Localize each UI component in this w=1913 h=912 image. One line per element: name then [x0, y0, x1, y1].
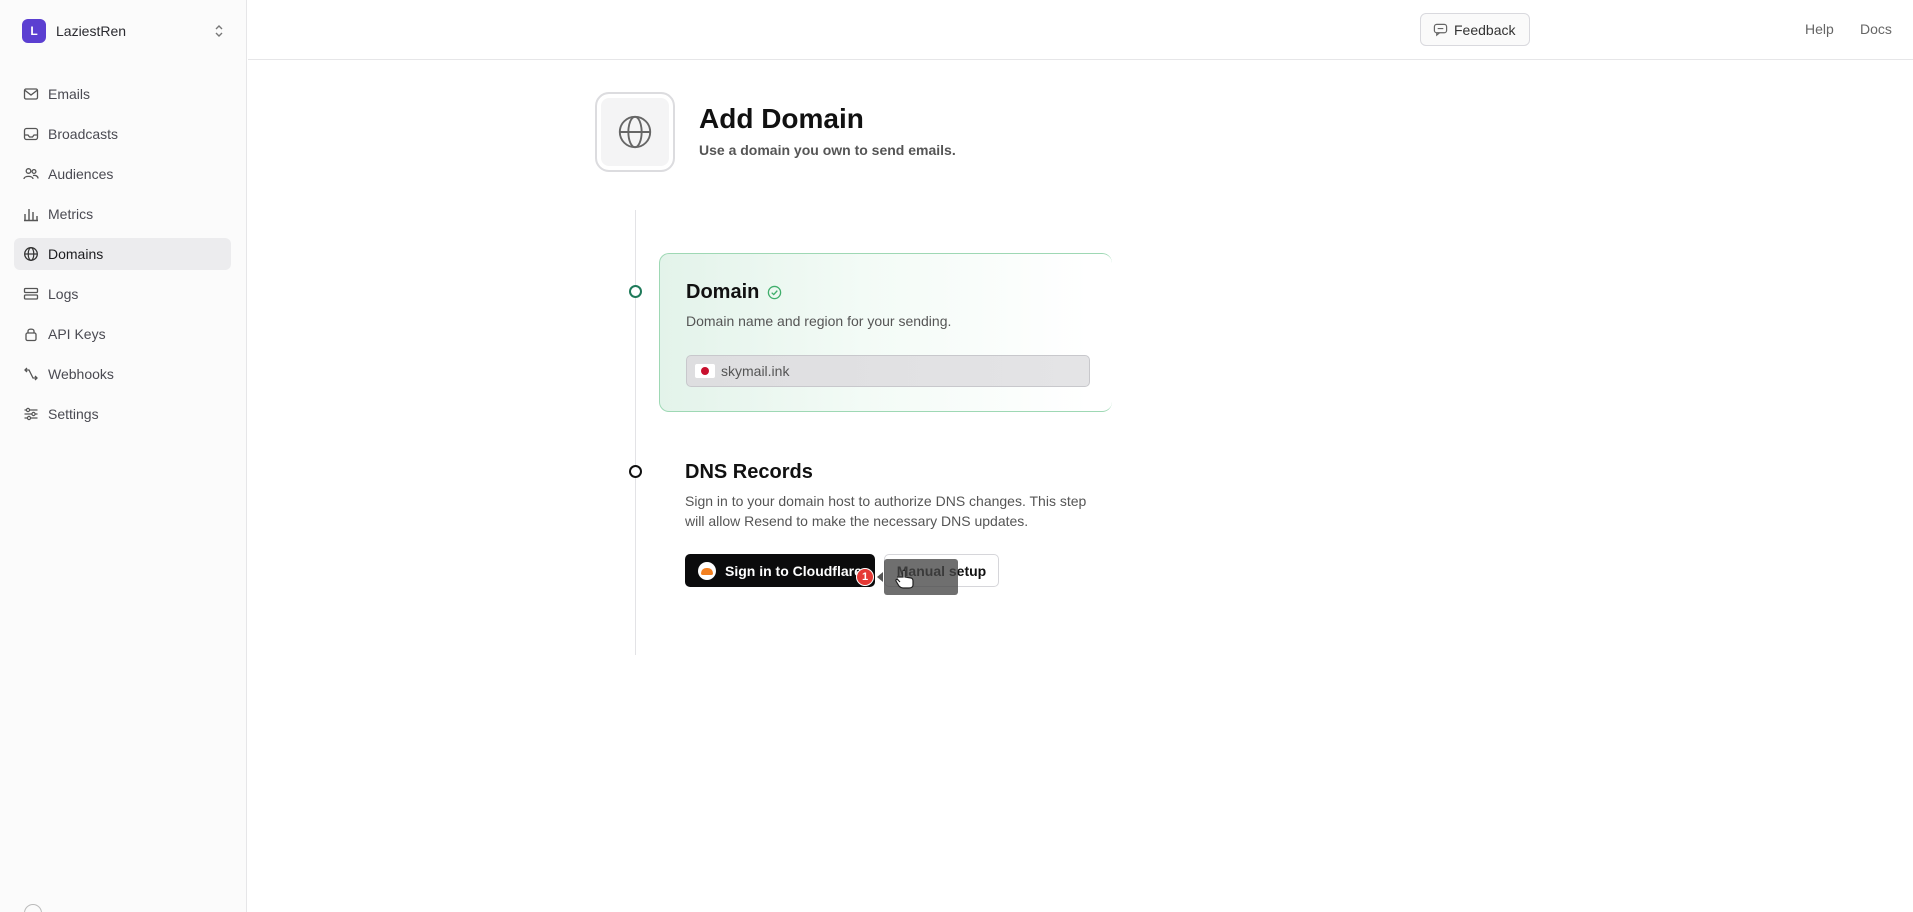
topbar — [248, 0, 1913, 60]
timeline-line — [635, 210, 636, 655]
cloudflare-logo-icon — [698, 561, 716, 580]
step-indicator-dns — [629, 465, 642, 478]
domain-header-icon — [595, 92, 675, 172]
workspace-switcher[interactable]: L LaziestRen — [14, 12, 232, 50]
sidebar-item-label: Metrics — [48, 206, 94, 222]
user-avatar-icon[interactable] — [24, 904, 42, 912]
chevron-up-down-icon — [214, 24, 224, 38]
sidebar-item-broadcasts[interactable]: Broadcasts — [14, 118, 231, 150]
sidebar-item-domains[interactable]: Domains — [14, 238, 231, 270]
dns-step-description: Sign in to your domain host to authorize… — [685, 493, 1087, 529]
domain-step-title: Domain — [686, 281, 782, 304]
globe-icon — [618, 115, 652, 149]
feedback-button[interactable]: Feedback — [1420, 13, 1531, 46]
help-link[interactable]: Help — [1805, 21, 1834, 37]
sidebar-item-metrics[interactable]: Metrics — [14, 198, 231, 230]
domain-step-card: Domain Domain name and region for your s… — [659, 253, 1112, 412]
inbox-icon — [23, 127, 39, 141]
mail-icon — [23, 88, 39, 100]
cloudflare-button-label: Sign in to Cloudflare — [725, 562, 862, 579]
page-title: Add Domain — [699, 103, 864, 134]
lock-icon — [25, 328, 37, 342]
sidebar-item-logs[interactable]: Logs — [14, 278, 231, 310]
users-icon — [23, 168, 39, 180]
sidebar-item-label: API Keys — [48, 326, 106, 342]
sidebar-item-label: Settings — [48, 406, 99, 422]
sidebar-item-webhooks[interactable]: Webhooks — [14, 358, 231, 390]
page-subtitle: Use a domain you own to send emails. — [699, 142, 956, 158]
message-icon — [1433, 23, 1448, 37]
pointer-overlay — [884, 559, 958, 595]
sidebar-item-label: Broadcasts — [48, 126, 119, 142]
sidebar-nav: Emails Broadcasts Audiences Metrics Doma… — [14, 78, 231, 438]
sliders-icon — [24, 407, 38, 421]
sidebar-item-audiences[interactable]: Audiences — [14, 158, 231, 190]
step-indicator-domain — [629, 285, 642, 298]
annotation-badge: 1 — [856, 568, 874, 586]
workspace-avatar: L — [22, 19, 46, 43]
hand-pointer-icon — [895, 569, 914, 589]
sidebar-item-api-keys[interactable]: API Keys — [14, 318, 231, 350]
sidebar-item-label: Logs — [48, 286, 79, 302]
webhook-icon — [24, 367, 38, 381]
domain-field[interactable]: skymail.ink — [686, 355, 1090, 387]
domain-step-title-text: Domain — [686, 281, 760, 303]
logs-icon — [23, 287, 39, 300]
sidebar-item-emails[interactable]: Emails — [14, 78, 231, 110]
feedback-label: Feedback — [1454, 21, 1516, 38]
sidebar-item-label: Audiences — [48, 166, 114, 182]
japan-flag-icon — [695, 364, 715, 378]
globe-icon — [24, 247, 38, 261]
tooltip-arrow — [877, 572, 883, 582]
workspace-name: LaziestRen — [56, 23, 127, 39]
dns-step-title: DNS Records — [685, 461, 813, 483]
bar-chart-icon — [24, 209, 38, 222]
check-circle-icon — [768, 285, 782, 300]
domain-field-value: skymail.ink — [721, 363, 790, 379]
sidebar-item-settings[interactable]: Settings — [14, 398, 231, 430]
domain-step-description: Domain name and region for your sending. — [686, 313, 952, 329]
sidebar-item-label: Domains — [48, 246, 104, 262]
sign-in-cloudflare-button[interactable]: Sign in to Cloudflare — [685, 554, 875, 587]
sidebar: L LaziestRen Emails Broadcasts Audiences… — [0, 0, 247, 912]
docs-link[interactable]: Docs — [1860, 21, 1892, 37]
sidebar-item-label: Emails — [48, 86, 91, 102]
sidebar-item-label: Webhooks — [48, 366, 114, 382]
